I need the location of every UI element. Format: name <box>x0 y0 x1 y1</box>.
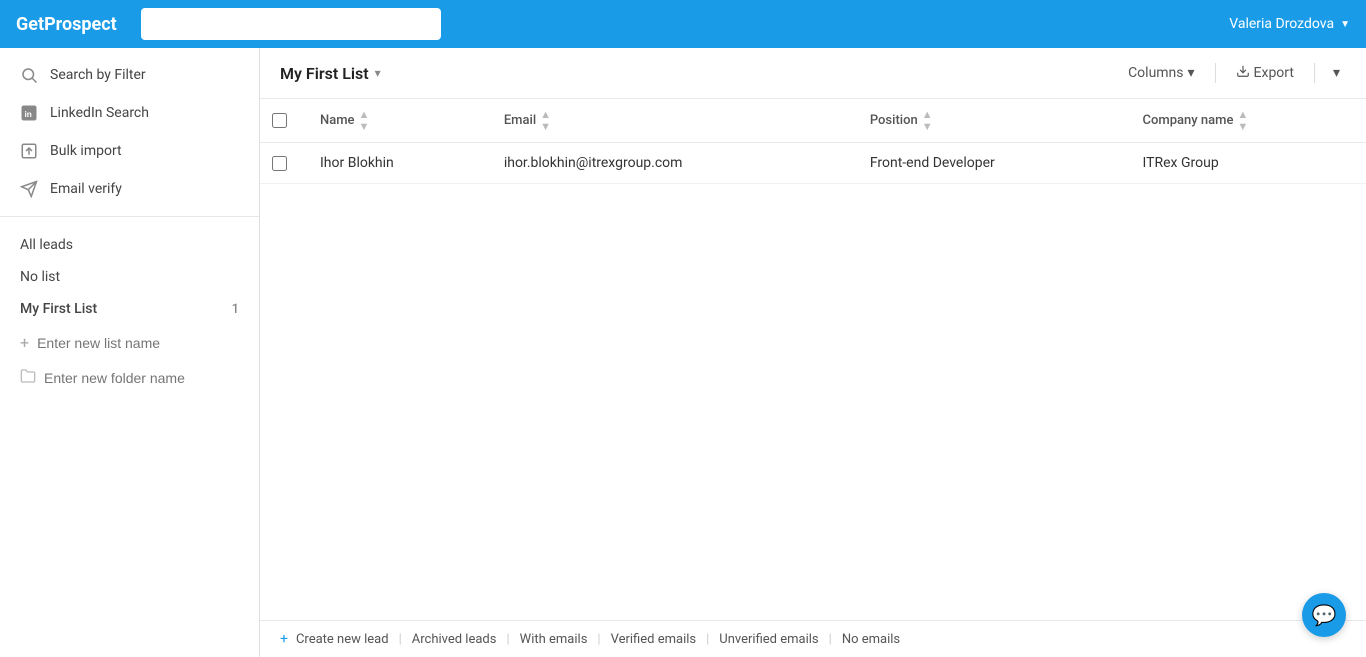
plus-icon: + <box>280 631 288 647</box>
leads-table: Name ▲ ▼ Email ▲ <box>260 99 1366 184</box>
sidebar-add-folder[interactable] <box>0 360 259 396</box>
row-checkbox[interactable] <box>272 156 287 171</box>
layout: Search by Filter in LinkedIn Search <box>0 0 1366 657</box>
archived-leads-link[interactable]: Archived leads <box>412 632 497 647</box>
sidebar-item-label: Bulk import <box>50 143 122 159</box>
main-topbar: My First List ▾ Columns ▾ <box>260 48 1366 99</box>
user-menu[interactable]: Valeria Drozdova ▼ <box>1229 16 1350 32</box>
sidebar-no-list[interactable]: No list <box>0 261 259 293</box>
verified-emails-link[interactable]: Verified emails <box>611 632 697 647</box>
leads-table-container: Name ▲ ▼ Email ▲ <box>260 99 1366 620</box>
sidebar-my-first-list[interactable]: My First List 1 <box>0 293 259 325</box>
chat-icon: 💬 <box>1312 603 1337 627</box>
plus-icon: + <box>20 333 29 352</box>
select-all-checkbox[interactable] <box>272 113 287 128</box>
verified-emails-label: Verified emails <box>611 632 697 647</box>
sidebar-item-bulk-import[interactable]: Bulk import <box>0 132 259 170</box>
footer-sep-4: | <box>706 632 709 647</box>
sidebar-item-email-verify[interactable]: Email verify <box>0 170 259 208</box>
topbar-actions: Columns ▾ Export ▾ <box>1120 60 1346 86</box>
sidebar-item-linkedin-search[interactable]: in LinkedIn Search <box>0 94 259 132</box>
user-name: Valeria Drozdova <box>1229 16 1334 32</box>
unverified-emails-label: Unverified emails <box>719 632 818 647</box>
all-leads-label: All leads <box>20 237 73 253</box>
footer-sep-1: | <box>399 632 402 647</box>
user-chevron-icon: ▼ <box>1340 19 1350 30</box>
name-column-header[interactable]: Name ▲ ▼ <box>304 99 488 143</box>
archived-leads-label: Archived leads <box>412 632 497 647</box>
row-name-cell: Ihor Blokhin <box>304 143 488 184</box>
row-company-cell: ITRex Group <box>1127 143 1366 184</box>
list-title: My First List <box>280 64 369 83</box>
global-search-input[interactable] <box>141 8 441 40</box>
company-column-header[interactable]: Company name ▲ ▼ <box>1127 99 1366 143</box>
columns-button[interactable]: Columns ▾ <box>1120 61 1202 85</box>
main-content: My First List ▾ Columns ▾ <box>260 48 1366 657</box>
sidebar-item-label: LinkedIn Search <box>50 105 149 121</box>
with-emails-label: With emails <box>520 632 588 647</box>
sidebar: Search by Filter in LinkedIn Search <box>0 48 260 657</box>
table-row: Ihor Blokhin ihor.blokhin@itrexgroup.com… <box>260 143 1366 184</box>
sidebar-all-leads[interactable]: All leads <box>0 229 259 261</box>
no-emails-label: No emails <box>842 632 900 647</box>
search-icon <box>20 66 38 84</box>
header: GetProspect Valeria Drozdova ▼ <box>0 0 1366 48</box>
chat-button[interactable]: 💬 <box>1302 593 1346 637</box>
position-sort-icon: ▲ ▼ <box>922 109 933 132</box>
export-button[interactable]: Export <box>1228 60 1302 86</box>
select-all-column <box>260 99 304 143</box>
email-sort-icon: ▲ ▼ <box>540 109 551 132</box>
topbar-divider <box>1215 63 1216 83</box>
table-header: Name ▲ ▼ Email ▲ <box>260 99 1366 143</box>
columns-label: Columns <box>1128 65 1183 81</box>
upload-icon <box>20 142 38 160</box>
footer-sep-5: | <box>829 632 832 647</box>
linkedin-icon: in <box>20 104 38 122</box>
my-first-list-label: My First List <box>20 301 97 317</box>
row-email-cell: ihor.blokhin@itrexgroup.com <box>488 143 854 184</box>
row-checkbox-cell <box>260 143 304 184</box>
no-emails-link[interactable]: No emails <box>842 632 900 647</box>
list-title-chevron-icon[interactable]: ▾ <box>375 66 381 80</box>
app-logo: GetProspect <box>16 14 117 35</box>
create-new-lead-button[interactable]: + Create new lead <box>280 631 389 647</box>
new-list-input[interactable] <box>37 335 239 351</box>
more-options-button[interactable]: ▾ <box>1327 61 1346 85</box>
unverified-emails-link[interactable]: Unverified emails <box>719 632 818 647</box>
new-folder-input[interactable] <box>44 370 239 386</box>
company-sort-icon: ▲ ▼ <box>1237 109 1248 132</box>
paper-plane-icon <box>20 180 38 198</box>
with-emails-link[interactable]: With emails <box>520 632 588 647</box>
sidebar-nav: Search by Filter in LinkedIn Search <box>0 48 259 217</box>
svg-text:in: in <box>25 110 32 119</box>
sidebar-item-search-by-filter[interactable]: Search by Filter <box>0 56 259 94</box>
export-icon <box>1236 64 1250 82</box>
table-body: Ihor Blokhin ihor.blokhin@itrexgroup.com… <box>260 143 1366 184</box>
sidebar-add-list[interactable]: + <box>0 325 259 360</box>
footer-sep-2: | <box>506 632 509 647</box>
email-column-header[interactable]: Email ▲ ▼ <box>488 99 854 143</box>
sidebar-item-label: Search by Filter <box>50 67 146 83</box>
columns-chevron-icon: ▾ <box>1188 65 1195 81</box>
sidebar-lists-section: All leads No list My First List 1 + <box>0 217 259 408</box>
name-sort-icon: ▲ ▼ <box>359 109 370 132</box>
folder-icon <box>20 368 36 388</box>
list-title-wrapper: My First List ▾ <box>280 64 381 83</box>
no-list-label: No list <box>20 269 60 285</box>
my-first-list-count: 1 <box>232 302 239 317</box>
main-footer: + Create new lead | Archived leads | Wit… <box>260 620 1366 657</box>
create-lead-label: Create new lead <box>296 632 389 647</box>
row-position-cell: Front-end Developer <box>854 143 1127 184</box>
footer-sep-3: | <box>597 632 600 647</box>
export-label: Export <box>1254 65 1294 81</box>
position-column-header[interactable]: Position ▲ ▼ <box>854 99 1127 143</box>
sidebar-item-label: Email verify <box>50 181 122 197</box>
topbar-divider-2 <box>1314 63 1315 83</box>
